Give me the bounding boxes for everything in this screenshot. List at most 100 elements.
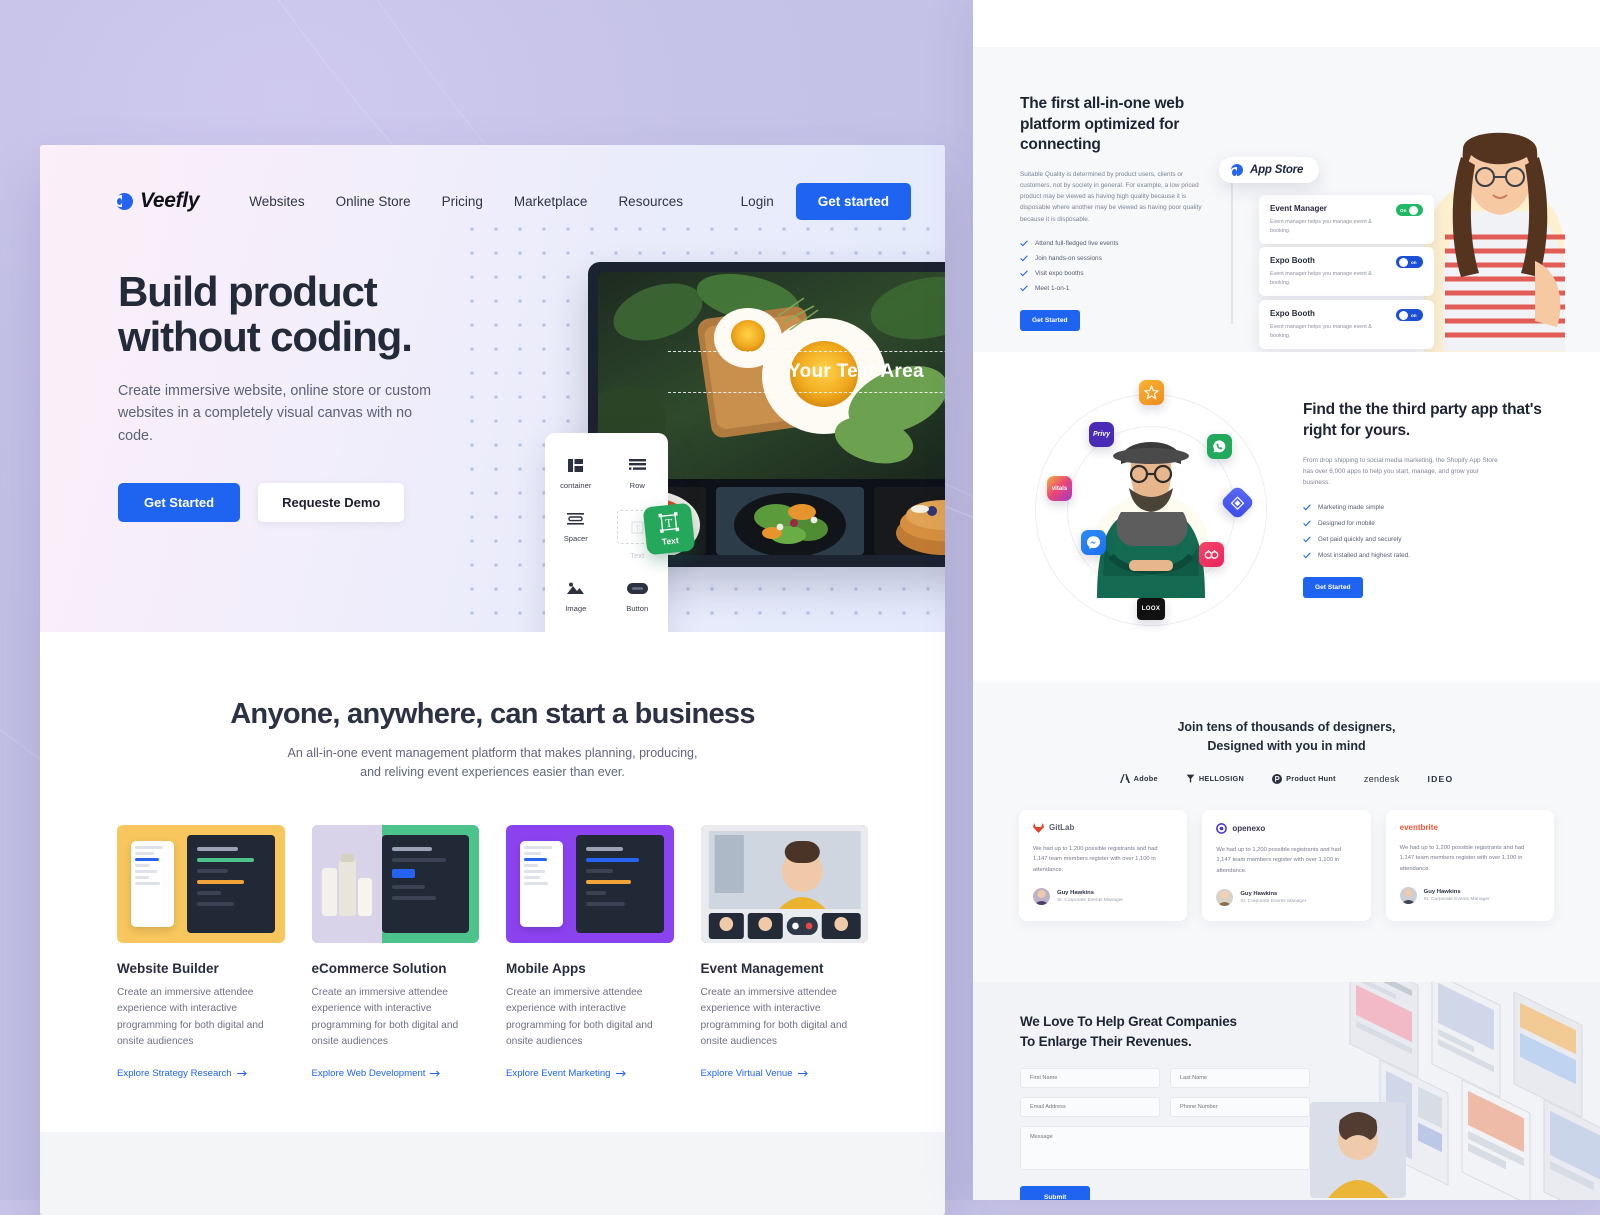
brand-logo[interactable]: Veefly	[115, 189, 200, 213]
avatar-photo	[1216, 889, 1234, 907]
loox-icon[interactable]: LOOX	[1137, 598, 1165, 620]
text-area-selection[interactable]: Your Text Area	[668, 351, 945, 393]
app-store-badge[interactable]: App Store	[1219, 157, 1320, 183]
tool-spacer-label: Spacer	[563, 534, 588, 543]
first-name-input[interactable]	[1020, 1068, 1160, 1089]
hero-copy: Build product without coding. Create imm…	[40, 227, 490, 523]
salad-photo	[716, 487, 864, 555]
apps-copy: Find the the third party app that's righ…	[1303, 400, 1543, 599]
testimonial-brand-label: openexo	[1232, 823, 1266, 833]
submit-button[interactable]: Submit	[1020, 1186, 1091, 1200]
feature-card-title: eCommerce Solution	[311, 960, 447, 976]
nav-item-pricing[interactable]: Pricing	[442, 194, 483, 209]
testimonials-heading-line2: Designed with you in mind	[1207, 739, 1366, 754]
feature-card[interactable]: Mobile Apps Create an immersive attendee…	[506, 824, 674, 1081]
omnisend-icon[interactable]	[1199, 542, 1224, 567]
logo-label: HELLOSIGN	[1198, 774, 1245, 784]
app-store-label: App Store	[1250, 164, 1304, 176]
feature-card-link[interactable]: Explore Web Development	[312, 1068, 442, 1079]
contact-form: Submit	[1020, 1068, 1310, 1200]
feature-card-desc: Create an immersive attendee experience …	[700, 986, 848, 1048]
app-card[interactable]: Expo Booth Event manager helps you manag…	[1259, 247, 1434, 297]
row-icon	[628, 457, 646, 474]
app-toggle-off[interactable]: on	[1396, 309, 1423, 321]
testimonial-brand-label: eventbrite	[1399, 822, 1438, 832]
last-name-input[interactable]	[1170, 1068, 1310, 1089]
bullet-item: Get paid quickly and securely	[1303, 536, 1543, 543]
tool-row-label: Row	[629, 481, 645, 490]
hero-buttons: Get Started Requeste Demo	[118, 483, 490, 523]
testimonial-author-role: Sr. Corporate Events Manager	[1240, 899, 1307, 905]
bullet-item: Marketing made simple	[1303, 504, 1543, 511]
get-started-nav-button[interactable]: Get started	[795, 182, 911, 220]
tool-container-label: container	[560, 481, 592, 490]
login-link[interactable]: Login	[741, 194, 774, 209]
card-art-event-management	[700, 824, 868, 943]
apps-get-started-button[interactable]: Get Started	[1303, 577, 1363, 599]
star-glyph	[1144, 385, 1159, 400]
bullet-label: Meet 1-on-1	[1035, 284, 1070, 292]
whatsapp-glyph	[1213, 440, 1226, 453]
vitals-icon[interactable]: vitals	[1047, 476, 1072, 501]
nav-item-online-store[interactable]: Online Store	[336, 194, 411, 209]
feature-card-link[interactable]: Explore Event Marketing	[506, 1068, 627, 1079]
platform-get-started-button[interactable]: Get Started	[1020, 309, 1080, 331]
hero-section: Veefly Websites Online Store Pricing Mar…	[40, 145, 945, 632]
feature-card[interactable]: Event Management Create an immersive att…	[700, 824, 868, 1081]
tool-container[interactable]: container	[550, 457, 602, 490]
tool-image[interactable]: Image	[550, 580, 602, 613]
nav-item-marketplace[interactable]: Marketplace	[514, 194, 588, 209]
tool-button[interactable]: Button	[611, 580, 663, 613]
app-toggle-off[interactable]: on	[1396, 256, 1423, 268]
feature-card-image	[117, 824, 285, 943]
image-icon	[567, 580, 585, 597]
app-card[interactable]: Expo Booth Event manager helps you manag…	[1259, 300, 1434, 350]
logo-label: Adobe	[1133, 774, 1158, 784]
logo-label: Product Hunt	[1286, 774, 1336, 784]
testimonials-heading-line1: Join tens of thousands of designers,	[1177, 720, 1396, 734]
card-art-website-builder	[117, 825, 285, 943]
adobe-icon	[1119, 774, 1130, 784]
testimonials-heading: Join tens of thousands of designers, Des…	[973, 718, 1600, 757]
testimonial-brand: GitLab	[1033, 822, 1173, 833]
email-input[interactable]	[1020, 1097, 1160, 1118]
feature-card-image	[311, 824, 480, 943]
card-art-mobile-apps	[506, 825, 674, 943]
tool-spacer[interactable]: Spacer	[550, 510, 602, 560]
hero-request-demo-button[interactable]: Requeste Demo	[258, 483, 405, 523]
app-card-desc: Event manager helps you manage event & b…	[1270, 271, 1372, 286]
privy-icon[interactable]: Privy	[1089, 422, 1114, 447]
card-art-ecommerce	[311, 824, 480, 943]
judgeme-icon[interactable]	[1139, 380, 1164, 405]
messenger-icon[interactable]	[1081, 530, 1106, 555]
nav-item-websites[interactable]: Websites	[249, 194, 304, 209]
arrow-right-icon	[797, 1070, 808, 1077]
container-icon	[568, 457, 584, 474]
nav-item-resources[interactable]: Resources	[618, 194, 683, 209]
app-card[interactable]: Event Manager Event manager helps you ma…	[1259, 195, 1434, 245]
message-textarea[interactable]	[1020, 1126, 1310, 1171]
testimonial-quote: We had up to 1,200 possible registrants …	[1216, 846, 1341, 874]
thumb-salad	[716, 487, 864, 555]
phone-input[interactable]	[1170, 1097, 1310, 1118]
product-hunt-icon	[1272, 773, 1283, 784]
logo-product-hunt: Product Hunt	[1272, 773, 1336, 784]
logo-zendesk: zendesk	[1364, 774, 1400, 784]
toggle-label: On	[1400, 207, 1407, 213]
feature-card[interactable]: Website Builder Create an immersive atte…	[117, 824, 285, 1081]
feature-card-title: Website Builder	[117, 960, 219, 976]
toggle-label: on	[1411, 259, 1417, 265]
tool-row[interactable]: Row	[611, 457, 663, 490]
feature-card-link[interactable]: Explore Strategy Research	[117, 1068, 248, 1079]
check-icon	[1020, 255, 1028, 262]
feature-card[interactable]: eCommerce Solution Create an immersive a…	[311, 824, 480, 1081]
messenger-glyph	[1087, 536, 1100, 549]
bullet-label: Marketing made simple	[1318, 504, 1385, 512]
dragged-text-widget[interactable]: T Text	[642, 502, 696, 556]
feature-card-link[interactable]: Explore Virtual Venue	[701, 1068, 809, 1079]
whatsapp-icon[interactable]	[1207, 434, 1232, 459]
app-toggle-on[interactable]: On	[1396, 204, 1423, 216]
avatar	[1033, 888, 1050, 906]
contact-heading-line1: We Love To Help Great Companies	[1020, 1014, 1237, 1029]
hero-get-started-button[interactable]: Get Started	[118, 483, 241, 523]
